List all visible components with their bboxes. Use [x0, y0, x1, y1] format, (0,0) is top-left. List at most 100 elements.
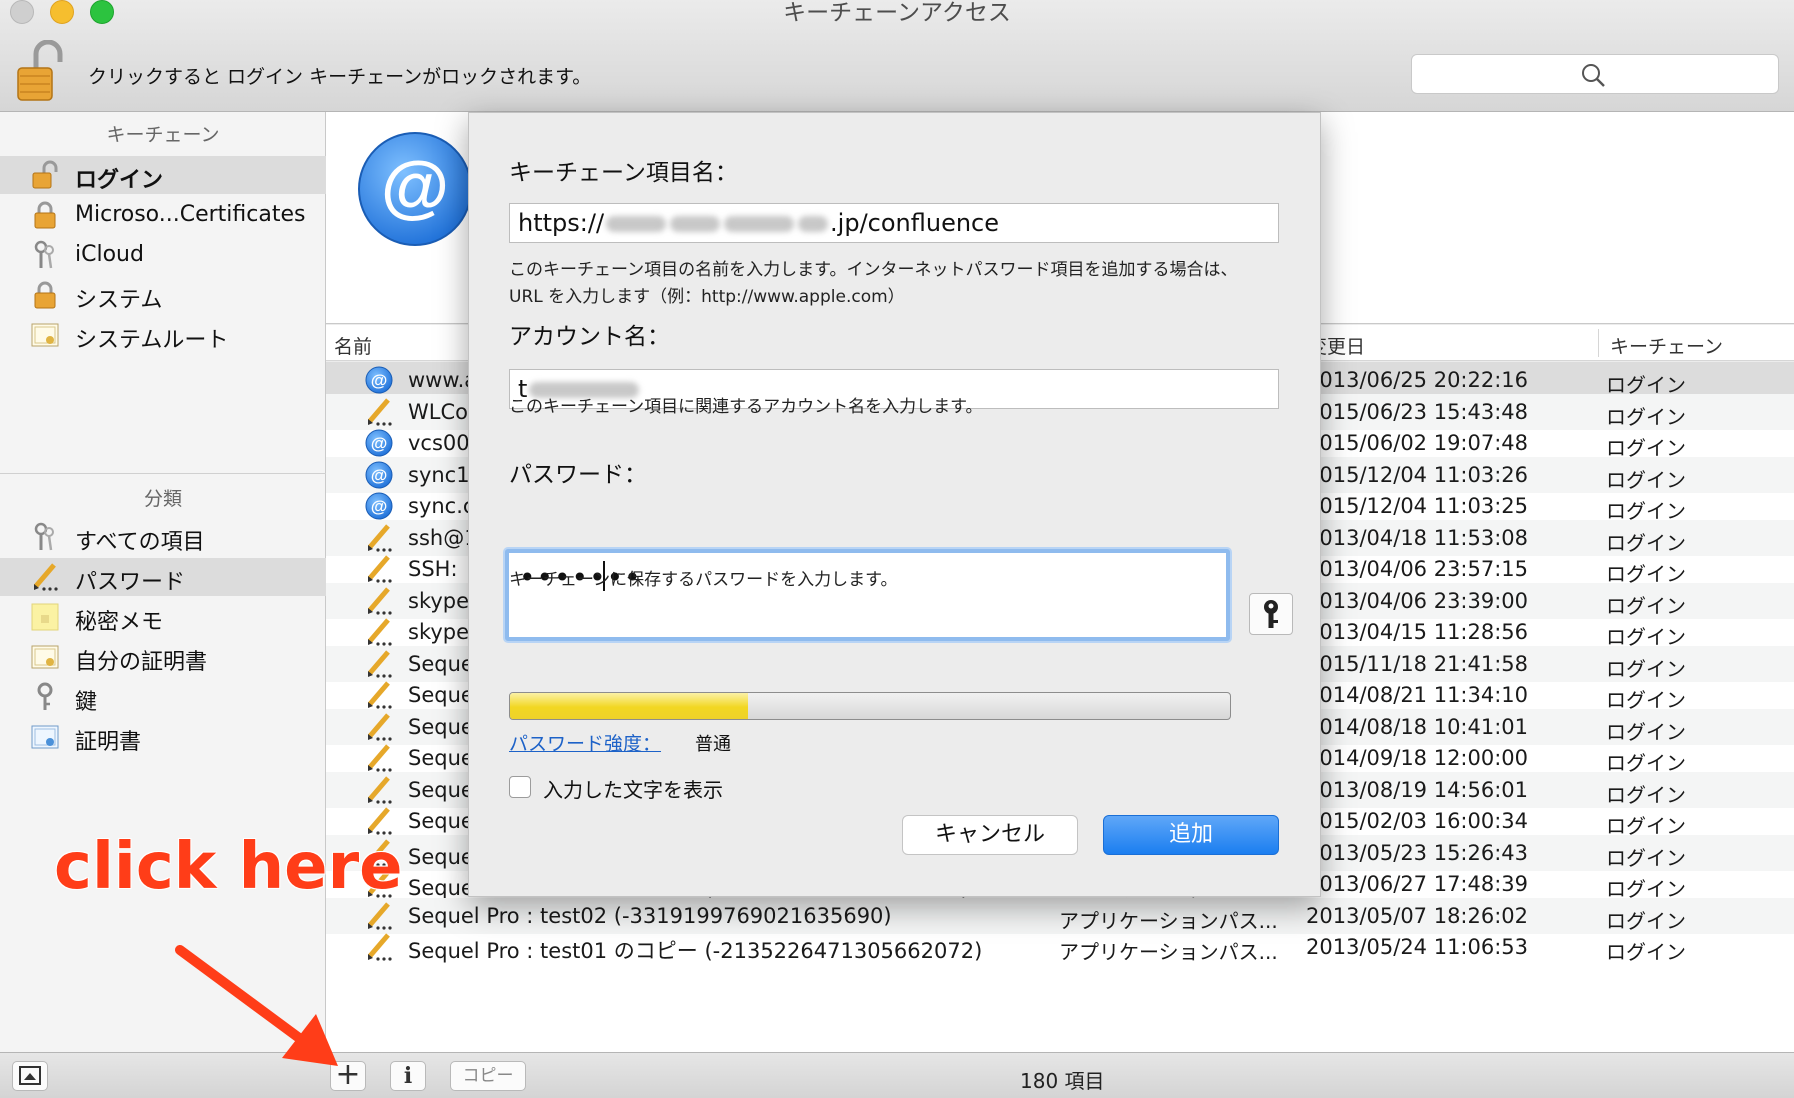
account-help: このキーチェーン項目に関連するアカウント名を入力します。: [509, 397, 983, 417]
item-kind: アプリケーションパス...: [1059, 940, 1278, 964]
pencil-icon: [368, 397, 392, 426]
item-name: Sequel Pro : test02 (-331919976902163569…: [408, 903, 892, 928]
item-modified-date: 2013/04/06 23:39:00: [1306, 588, 1529, 613]
keychains-header: キーチェーン: [106, 124, 220, 146]
password-assistant-button[interactable]: [1249, 593, 1293, 635]
sidebar-item-secure-notes[interactable]: 秘密メモ: [0, 598, 326, 636]
keys-icon: [34, 522, 54, 551]
at-icon: @: [365, 429, 393, 457]
pencil-icon: [368, 681, 392, 709]
sidebar-item-label: システムルート: [75, 328, 229, 353]
redacted-text: [670, 216, 721, 232]
item-name: Seque: [408, 651, 474, 676]
sidebar-item-my-certificates[interactable]: 自分の証明書: [0, 638, 326, 676]
item-modified-date: 2014/09/18 12:00:00: [1306, 746, 1529, 770]
table-row[interactable]: Sequel Pro : test01 のコピー (-2135226471305…: [326, 929, 1794, 965]
cancel-button[interactable]: キャンセル: [902, 815, 1078, 855]
show-typing-checkbox[interactable]: [509, 776, 531, 798]
pencil-icon: [368, 555, 392, 583]
sidebar-item-microsoft-certificates[interactable]: Microso...Certificates: [0, 196, 326, 234]
item-name: skype: [408, 620, 470, 644]
password-strength-meter: [509, 692, 1231, 720]
search-icon: [1582, 64, 1605, 87]
redacted-text: [724, 216, 795, 232]
item-modified-date: 2013/05/24 11:06:53: [1306, 935, 1529, 959]
sidebar-item-certificates[interactable]: 証明書: [0, 718, 326, 756]
item-name: Seque: [408, 714, 474, 739]
search-field[interactable]: [1411, 54, 1779, 94]
password-field[interactable]: •••••••: [505, 549, 1230, 641]
item-modified-date: 2014/08/18 10:41:01: [1306, 714, 1529, 739]
lock-toggle-button[interactable]: [16, 39, 68, 104]
item-name: Seque: [408, 683, 474, 707]
pencil-icon: [368, 933, 392, 961]
column-header-name[interactable]: 名前: [334, 332, 372, 359]
password-help: キーチェーンに保存するパスワードを入力します。: [509, 570, 898, 590]
item-modified-date: 2015/02/03 16:00:34: [1306, 809, 1529, 833]
sidebar-item-label: 秘密メモ: [75, 610, 164, 635]
lock-open-icon: [32, 160, 58, 189]
item-name-suffix: .jp/confluence: [830, 209, 1000, 237]
item-name: sync1: [408, 462, 470, 487]
pencil-icon: [34, 563, 58, 591]
sidebar-item-passwords[interactable]: パスワード: [0, 558, 326, 596]
sidebar-item-all-items[interactable]: すべての項目: [0, 518, 326, 556]
show-typing-label[interactable]: 入力した文字を表示: [543, 774, 723, 803]
item-modified-date: 2015/11/18 21:41:58: [1306, 651, 1529, 676]
sidebar-item-login[interactable]: ログイン: [0, 156, 326, 194]
password-strength-link[interactable]: パスワード強度：: [509, 729, 661, 756]
item-name: WLCo: [408, 399, 468, 424]
sidebar-item-system[interactable]: システム: [0, 276, 326, 314]
item-name-field[interactable]: https:// .jp/confluence: [509, 203, 1279, 243]
sidebar-item-label: Microso...Certificates: [75, 202, 306, 227]
sidebar-item-system-roots[interactable]: システムルート: [0, 316, 326, 354]
item-modified-date: 2013/04/18 11:53:08: [1306, 525, 1529, 550]
pencil-icon: [368, 586, 392, 615]
copy-button[interactable]: コピー: [450, 1061, 526, 1091]
item-keychain: ログイン: [1606, 940, 1686, 964]
item-modified-date: 2013/06/25 20:22:16: [1306, 368, 1529, 392]
sidebar-item-label: システム: [75, 288, 163, 313]
certificate-icon: [31, 725, 59, 749]
lock-open-icon: [17, 39, 63, 101]
key-icon: [1264, 600, 1278, 628]
sidebar-toggle-icon: [19, 1066, 41, 1085]
item-name: vcs00: [408, 431, 470, 455]
sidebar-item-icloud[interactable]: iCloud: [0, 236, 326, 274]
item-name: skype: [408, 588, 470, 613]
sidebar: キーチェーン ログイン Microso...Certificates iClou…: [0, 112, 326, 1052]
at-icon: @: [365, 461, 393, 488]
item-modified-date: 2013/05/23 15:26:43: [1306, 840, 1529, 865]
title-toolbar: キーチェーンアクセス クリックすると ログイン キーチェーンがロックされます。: [0, 0, 1794, 112]
item-modified-date: 2013/05/07 18:26:02: [1306, 903, 1529, 928]
sidebar-item-label: すべての項目: [75, 530, 205, 555]
item-modified-date: 2015/06/23 15:43:48: [1306, 399, 1529, 424]
sidebar-item-label: パスワード: [75, 570, 186, 595]
svg-text:@: @: [371, 497, 388, 516]
info-button[interactable]: i: [390, 1061, 426, 1091]
sidebar-item-keys[interactable]: 鍵: [0, 678, 326, 716]
key-icon: [37, 682, 53, 710]
item-modified-date: 2014/08/21 11:34:10: [1306, 683, 1529, 707]
item-modified-date: 2015/06/02 19:07:48: [1306, 431, 1529, 455]
lock-icon: [34, 201, 56, 229]
lock-icon: [34, 281, 56, 309]
add-button[interactable]: 追加: [1103, 815, 1279, 855]
note-icon: [31, 603, 59, 631]
pencil-icon: [368, 775, 392, 804]
column-divider[interactable]: [1598, 329, 1599, 357]
at-icon: @: [365, 366, 393, 394]
item-name: SSH:: [408, 557, 458, 581]
svg-text:@: @: [371, 434, 388, 453]
item-name: Sequel Pro : test01 のコピー (-2135226471305…: [408, 939, 983, 963]
keys-icon: [34, 240, 54, 269]
svg-text:@: @: [371, 466, 388, 485]
show-sidebar-button[interactable]: [12, 1061, 48, 1091]
column-header-keychain[interactable]: キーチェーン: [1610, 332, 1723, 359]
item-name-label: キーチェーン項目名：: [509, 160, 738, 186]
account-label: アカウント名：: [509, 324, 670, 350]
item-name: Seque: [408, 746, 474, 770]
item-modified-date: 2013/06/27 17:48:39: [1306, 872, 1529, 896]
annotation-text: click here: [54, 830, 403, 904]
password-strength-fill: [510, 693, 748, 719]
